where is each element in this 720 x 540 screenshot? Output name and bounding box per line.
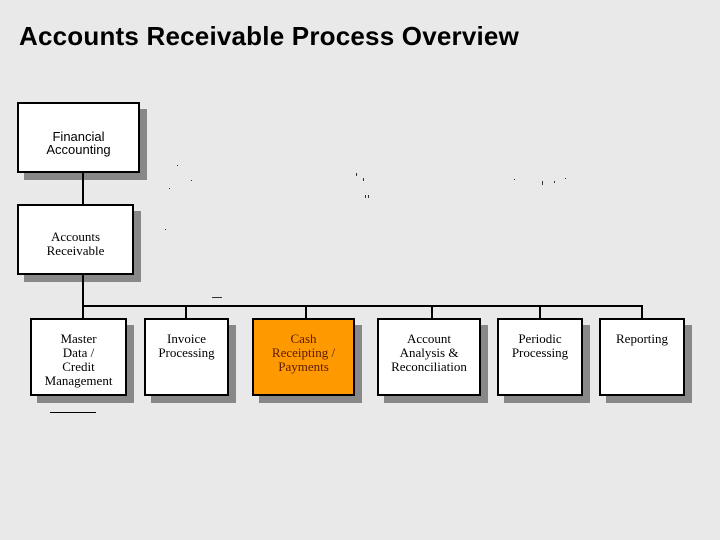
node-label: Receivable (46, 243, 105, 258)
artifact-speck (554, 181, 555, 183)
node-label: Accounting (46, 142, 111, 157)
artifact-speck (169, 188, 170, 189)
connector-drop (539, 305, 541, 319)
artifact-speck (212, 297, 222, 298)
node-accounts-receivable[interactable]: Accounts Receivable (17, 204, 134, 275)
node-label: Periodic (518, 331, 562, 346)
connector-ar-bus (82, 275, 84, 307)
node-label: Reconciliation (391, 359, 467, 374)
node-periodic-processing[interactable]: Periodic Processing (497, 318, 583, 396)
artifact-speck (177, 165, 178, 166)
node-label: Accounts (50, 229, 101, 244)
node-label: Master (60, 331, 97, 346)
node-label: Cash (290, 331, 317, 346)
node-label: Data / (62, 345, 95, 360)
connector-drop (431, 305, 433, 319)
node-label: Credit (62, 359, 95, 374)
page-title: Accounts Receivable Process Overview (19, 21, 520, 51)
artifact-speck (191, 180, 192, 181)
artifact-speck (514, 179, 515, 180)
node-label: Reporting (616, 331, 668, 346)
artifact-speck (368, 195, 369, 198)
connector-fa-ar (82, 173, 84, 204)
decorative-underline (50, 412, 96, 413)
connector-drop (185, 305, 187, 319)
artifact-speck (356, 173, 357, 176)
node-label: Invoice (167, 331, 206, 346)
node-label: Processing (158, 345, 215, 360)
node-label: Processing (511, 345, 569, 360)
connector-drop (641, 305, 643, 319)
connector-bus (82, 305, 643, 307)
connector-drop (82, 305, 84, 319)
node-financial-accounting[interactable]: Financial Accounting (17, 102, 140, 173)
artifact-speck (165, 229, 166, 230)
node-label: Account (406, 331, 452, 346)
node-label: Analysis & (399, 345, 459, 360)
node-invoice-processing[interactable]: Invoice Processing (144, 318, 229, 396)
connector-drop (305, 305, 307, 319)
node-reporting[interactable]: Reporting (599, 318, 685, 396)
artifact-speck (365, 195, 366, 198)
artifact-speck (363, 178, 364, 181)
node-label: Receipting / (271, 345, 336, 360)
artifact-speck (542, 181, 543, 185)
node-cash-receipting-payments[interactable]: Cash Receipting / Payments (252, 318, 355, 396)
node-label: Payments (278, 359, 329, 374)
node-label: Management (44, 373, 113, 388)
artifact-speck (565, 178, 566, 179)
node-master-data-credit-management[interactable]: Master Data / Credit Management (30, 318, 127, 396)
node-account-analysis-reconciliation[interactable]: Account Analysis & Reconciliation (377, 318, 481, 396)
